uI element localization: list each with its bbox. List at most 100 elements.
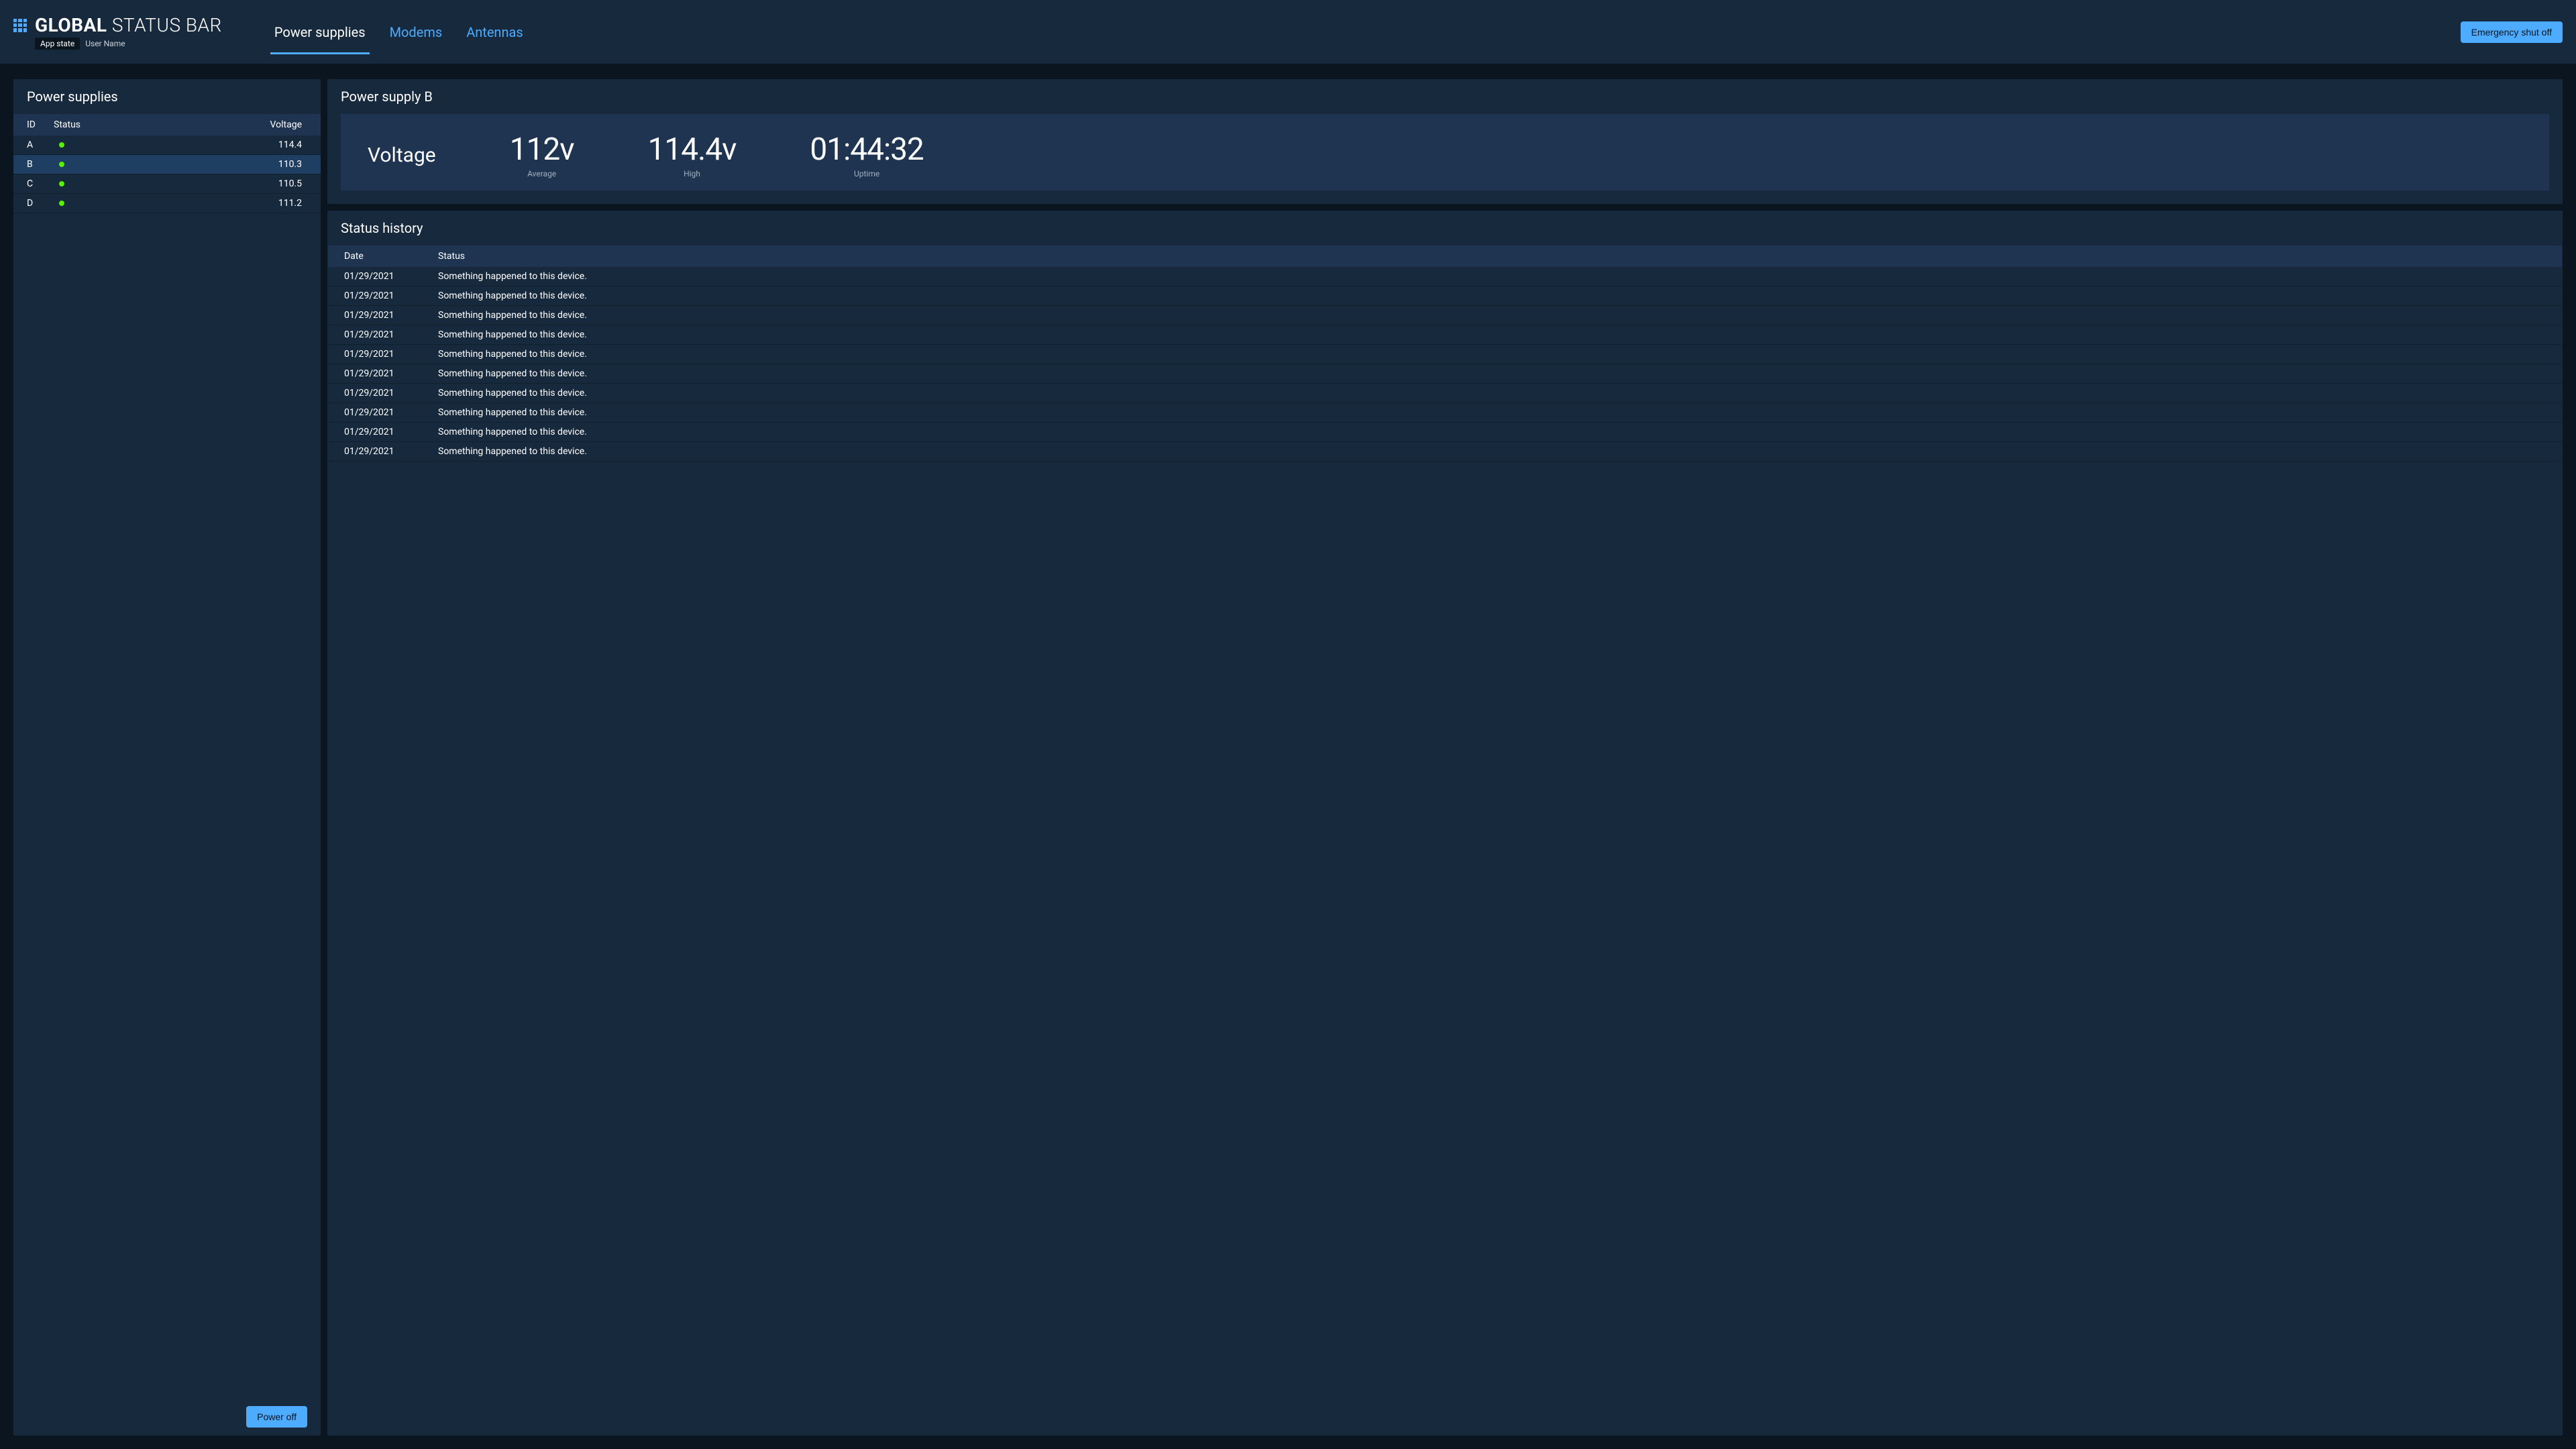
cell-id: C	[13, 174, 47, 194]
cell-status: Something happened to this device.	[422, 345, 2562, 364]
panel-title: Power supplies	[13, 79, 321, 114]
status-history-panel: Status history Date Status 01/29/2021Som…	[327, 211, 2563, 1436]
cell-date: 01/29/2021	[328, 267, 422, 286]
table-row: 01/29/2021Something happened to this dev…	[328, 306, 2562, 325]
cell-status	[47, 155, 127, 174]
stat-average: 112v Average	[510, 131, 574, 178]
tab-modems[interactable]: Modems	[378, 0, 455, 64]
stat-high-value: 114.4v	[648, 131, 737, 168]
header-sub: App state User Name	[35, 38, 222, 50]
stat-uptime: 01:44:32 Uptime	[810, 131, 923, 178]
cell-date: 01/29/2021	[328, 325, 422, 345]
tab-label: Power supplies	[274, 24, 366, 40]
power-off-button[interactable]: Power off	[246, 1406, 307, 1428]
col-id-header: ID	[13, 114, 47, 136]
power-supplies-table: ID Status Voltage A114.4B 110.3 C 110.5 D 111…	[13, 114, 321, 213]
tab-power-supplies[interactable]: Power supplies	[262, 0, 378, 64]
cell-status: Something happened to this device.	[422, 325, 2562, 345]
table-row[interactable]: C 110.5	[13, 174, 321, 194]
tab-label: Antennas	[466, 24, 523, 40]
table-header-row: ID Status Voltage	[13, 114, 321, 136]
cell-status	[47, 194, 127, 213]
cell-status	[47, 174, 127, 194]
col-status-header: Status	[422, 246, 2562, 267]
table-row: 01/29/2021Something happened to this dev…	[328, 286, 2562, 306]
table-row: 01/29/2021Something happened to this dev…	[328, 267, 2562, 286]
tab-label: Modems	[390, 24, 443, 40]
table-header-row: Date Status	[328, 246, 2562, 267]
table-row: 01/29/2021Something happened to this dev…	[328, 325, 2562, 345]
tabs: Power supplies Modems Antennas	[262, 0, 535, 64]
stat-uptime-caption: Uptime	[854, 169, 879, 178]
app-title-bold: GLOBAL	[35, 14, 107, 36]
cell-date: 01/29/2021	[328, 364, 422, 384]
cell-date: 01/29/2021	[328, 423, 422, 442]
cell-status: Something happened to this device.	[422, 267, 2562, 286]
stat-high: 114.4v High	[648, 131, 737, 178]
app-state-badge: App state	[35, 38, 80, 50]
user-name: User Name	[85, 39, 125, 48]
cell-status: Something happened to this device.	[422, 442, 2562, 462]
detail-title: Power supply B	[327, 79, 2563, 114]
cell-status: Something happened to this device.	[422, 286, 2562, 306]
history-title: Status history	[327, 211, 2563, 246]
cell-date: 01/29/2021	[328, 384, 422, 403]
cell-voltage: 110.5	[127, 174, 321, 194]
col-status-header: Status	[47, 114, 127, 136]
stat-inner: Voltage 112v Average 114.4v High 01:44:3…	[341, 114, 2549, 191]
cell-date: 01/29/2021	[328, 442, 422, 462]
voltage-label: Voltage	[368, 144, 436, 167]
cell-status: Something happened to this device.	[422, 364, 2562, 384]
header-right: Emergency shut off	[2461, 0, 2563, 64]
apps-grid-icon[interactable]	[13, 19, 27, 32]
cell-status: Something happened to this device.	[422, 423, 2562, 442]
table-row[interactable]: D 111.2	[13, 194, 321, 213]
header-left: GLOBAL STATUS BAR App state User Name	[13, 0, 222, 64]
cell-status	[47, 136, 127, 155]
emergency-shut-off-button[interactable]: Emergency shut off	[2461, 21, 2563, 43]
stat-high-caption: High	[684, 169, 700, 178]
app-title-light: STATUS BAR	[112, 14, 222, 36]
cell-date: 01/29/2021	[328, 286, 422, 306]
table-row: 01/29/2021Something happened to this dev…	[328, 403, 2562, 423]
col-voltage-header: Voltage	[127, 114, 321, 136]
header-title-row: GLOBAL STATUS BAR	[13, 14, 222, 36]
app-title: GLOBAL STATUS BAR	[35, 14, 222, 36]
tab-antennas[interactable]: Antennas	[454, 0, 535, 64]
status-dot-icon	[59, 201, 64, 206]
cell-id: D	[13, 194, 47, 213]
cell-voltage: 114.4	[127, 136, 321, 155]
main: Power supplies ID Status Voltage A114.4B…	[0, 64, 2576, 1449]
table-row: 01/29/2021Something happened to this dev…	[328, 423, 2562, 442]
cell-date: 01/29/2021	[328, 403, 422, 423]
stat-average-caption: Average	[527, 169, 556, 178]
status-dot-icon	[59, 142, 64, 148]
table-row[interactable]: A114.4	[13, 136, 321, 155]
cell-status: Something happened to this device.	[422, 306, 2562, 325]
stat-average-value: 112v	[510, 131, 574, 168]
col-date-header: Date	[328, 246, 422, 267]
status-dot-icon	[59, 181, 64, 186]
power-supplies-table-wrap: ID Status Voltage A114.4B 110.3 C 110.5 D 111…	[13, 114, 321, 1398]
cell-voltage: 110.3	[127, 155, 321, 174]
sidebar-footer: Power off	[13, 1398, 321, 1436]
table-row: 01/29/2021Something happened to this dev…	[328, 364, 2562, 384]
power-supply-detail-panel: Power supply B Voltage 112v Average 114.…	[327, 79, 2563, 204]
cell-date: 01/29/2021	[328, 306, 422, 325]
table-row: 01/29/2021Something happened to this dev…	[328, 442, 2562, 462]
table-row: 01/29/2021Something happened to this dev…	[328, 384, 2562, 403]
cell-id: B	[13, 155, 47, 174]
table-row[interactable]: B 110.3	[13, 155, 321, 174]
content: Power supply B Voltage 112v Average 114.…	[327, 79, 2563, 1436]
cell-status: Something happened to this device.	[422, 403, 2562, 423]
status-history-table: Date Status 01/29/2021Something happened…	[328, 246, 2562, 462]
history-table-wrap: Date Status 01/29/2021Something happened…	[328, 246, 2562, 1436]
power-supplies-panel: Power supplies ID Status Voltage A114.4B…	[13, 79, 321, 1436]
cell-voltage: 111.2	[127, 194, 321, 213]
global-status-bar: GLOBAL STATUS BAR App state User Name Po…	[0, 0, 2576, 64]
status-dot-icon	[59, 162, 64, 167]
cell-status: Something happened to this device.	[422, 384, 2562, 403]
cell-date: 01/29/2021	[328, 345, 422, 364]
stat-uptime-value: 01:44:32	[810, 131, 923, 168]
table-row: 01/29/2021Something happened to this dev…	[328, 345, 2562, 364]
